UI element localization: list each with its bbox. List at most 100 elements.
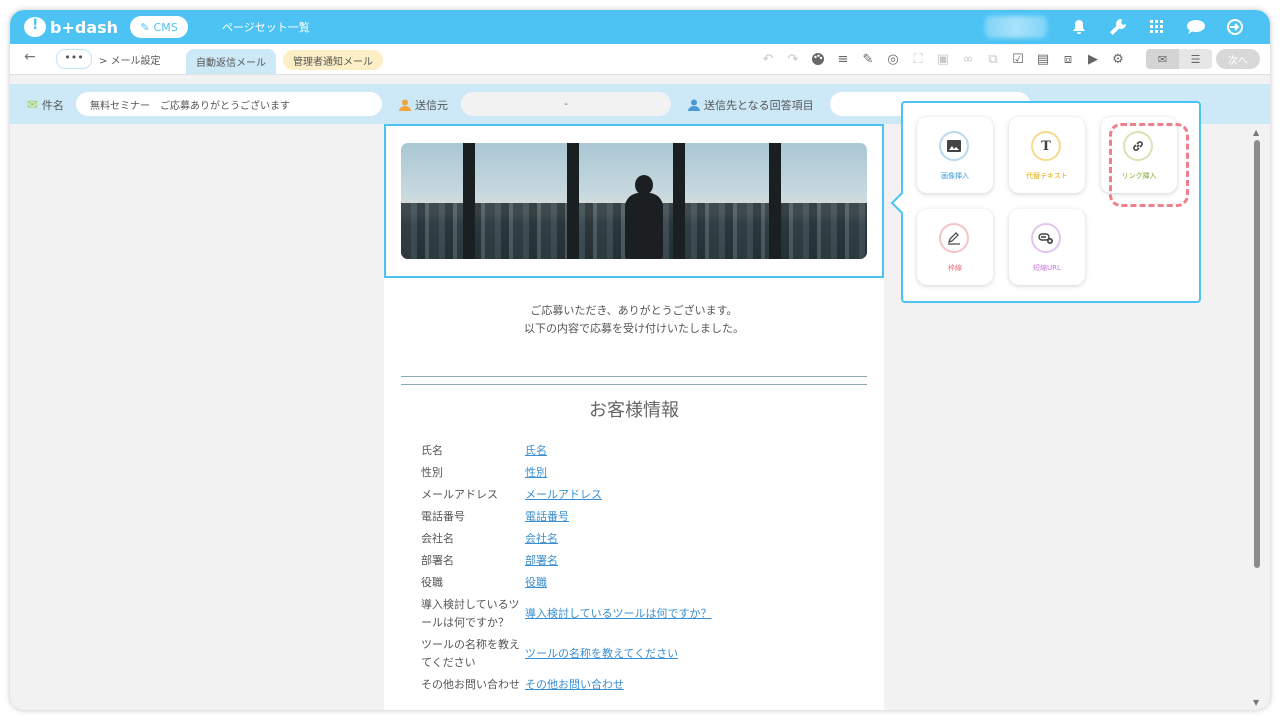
wrench-icon[interactable]: [1107, 16, 1129, 38]
field-value-link[interactable]: 導入検討しているツールは何ですか？: [525, 607, 711, 620]
field-key: 電話番号: [421, 510, 465, 523]
layout-rows-icon[interactable]: ▤: [1033, 49, 1053, 69]
hero-image: [401, 143, 867, 259]
play-icon[interactable]: ▶: [1083, 49, 1103, 69]
device-icon[interactable]: ⧈: [1058, 49, 1078, 69]
sender-label: 送信元: [399, 97, 448, 113]
field-key: 部署名: [421, 554, 454, 567]
alt-text-button[interactable]: T 代替テキスト: [1009, 117, 1085, 193]
cms-label: CMS: [153, 20, 178, 34]
clipboard-check-icon[interactable]: ☑: [1008, 49, 1028, 69]
field-value-link[interactable]: メールアドレス: [525, 488, 602, 501]
bell-icon[interactable]: [1068, 16, 1090, 38]
window-frame: [463, 143, 475, 259]
field-key: 性別: [421, 466, 443, 479]
divider: [401, 376, 867, 377]
subject-label: ✉ 件名: [27, 97, 64, 113]
divider: [401, 384, 867, 385]
palette-icon[interactable]: [808, 49, 828, 69]
copy-icon[interactable]: ⧉: [983, 49, 1003, 69]
back-arrow-icon[interactable]: ←: [24, 49, 36, 65]
pen-icon: [939, 223, 969, 253]
image-icon[interactable]: ▣: [933, 49, 953, 69]
field-key: その他お問い合わせ: [421, 678, 520, 691]
table-row: 氏名 氏名: [421, 440, 861, 462]
cms-button[interactable]: ✎ CMS: [130, 16, 188, 38]
table-row: ツールの名称を教えてください ツールの名称を教えてください: [421, 634, 861, 674]
field-key: 導入検討しているツールは何ですか？: [421, 598, 520, 629]
editor-toolbar: ← ••• > メール設定 自動返信メール 管理者通知メール ↶ ↷ ≡ ✎ ◎…: [10, 44, 1270, 75]
insert-image-label: 画像挿入: [941, 172, 969, 180]
grid-icon[interactable]: [1146, 16, 1168, 38]
link-icon[interactable]: ∞: [958, 49, 978, 69]
greeting-text[interactable]: ご応募いただき、ありがとうございます。 以下の内容で応募を受け付けいたしました。: [384, 302, 884, 338]
table-row: 性別 性別: [421, 462, 861, 484]
top-icon-group: [1068, 16, 1246, 38]
top-bar: b+dash ✎ CMS ページセット一覧: [10, 10, 1270, 44]
undo-icon[interactable]: ↶: [758, 49, 778, 69]
short-url-label: 短縮URL: [1033, 264, 1061, 272]
section-title[interactable]: お客様情報: [384, 396, 884, 422]
border-button[interactable]: 枠線: [917, 209, 993, 285]
field-key: ツールの名称を教えてください: [421, 638, 520, 669]
field-value-link[interactable]: その他お問い合わせ: [525, 678, 624, 691]
breadcrumb[interactable]: > メール設定: [99, 52, 161, 67]
field-value-link[interactable]: 会社名: [525, 532, 558, 545]
insert-image-button[interactable]: 画像挿入: [917, 117, 993, 193]
field-value-link[interactable]: 役職: [525, 576, 547, 589]
highlight-marker: [1109, 123, 1189, 207]
field-value-link[interactable]: 氏名: [525, 444, 547, 457]
table-row: その他お問い合わせ その他お問い合わせ: [421, 674, 861, 696]
sender-input[interactable]: -: [461, 92, 671, 116]
align-icon[interactable]: ≡: [833, 49, 853, 69]
gear-icon[interactable]: ⚙: [1108, 49, 1128, 69]
pen-icon[interactable]: ✎: [858, 49, 878, 69]
field-key: メールアドレス: [421, 488, 498, 501]
hero-image-block[interactable]: [384, 124, 884, 278]
popover-arrow: [890, 191, 914, 215]
app-window: b+dash ✎ CMS ページセット一覧 ←: [10, 10, 1270, 710]
logo-text: b+dash: [50, 17, 119, 37]
redo-icon[interactable]: ↷: [783, 49, 803, 69]
field-value-link[interactable]: 性別: [525, 466, 547, 479]
scroll-up-icon[interactable]: ▲: [1253, 128, 1259, 137]
border-label: 枠線: [948, 264, 962, 272]
field-key: 会社名: [421, 532, 454, 545]
subject-input[interactable]: 無料セミナー ご応募ありがとうございます: [76, 92, 382, 116]
field-key: 役職: [421, 576, 443, 589]
email-canvas: ご応募いただき、ありがとうございます。 以下の内容で応募を受け付けいたしました。…: [384, 124, 884, 710]
user-name-blurred: [985, 16, 1047, 38]
envelope-icon: ✉: [27, 97, 38, 113]
tab-auto-reply[interactable]: 自動返信メール: [186, 49, 276, 74]
table-row: メールアドレス メールアドレス: [421, 484, 861, 506]
page-set-list-link[interactable]: ページセット一覧: [222, 19, 310, 35]
short-url-button[interactable]: 短縮URL: [1009, 209, 1085, 285]
window-frame: [673, 143, 685, 259]
person-icon: [399, 99, 411, 111]
expand-icon[interactable]: ⛶: [908, 49, 928, 69]
logout-icon[interactable]: [1224, 16, 1246, 38]
table-row: 電話番号 電話番号: [421, 506, 861, 528]
person-silhouette: [621, 175, 665, 259]
canvas-scrollbar[interactable]: ▲ ▼: [1250, 124, 1264, 710]
window-frame: [567, 143, 579, 259]
mail-view-icon[interactable]: ✉: [1146, 49, 1179, 69]
chat-icon[interactable]: [1185, 16, 1207, 38]
tab-admin-notify[interactable]: 管理者通知メール: [283, 50, 383, 70]
field-value-link[interactable]: 電話番号: [525, 510, 569, 523]
table-row: 導入検討しているツールは何ですか？ 導入検討しているツールは何ですか？: [421, 594, 861, 634]
view-toggle: ✉ ☰: [1146, 49, 1212, 69]
field-value-link[interactable]: ツールの名称を教えてください: [525, 647, 678, 660]
text-view-icon[interactable]: ☰: [1179, 49, 1212, 69]
next-button[interactable]: 次へ: [1216, 49, 1260, 69]
logo[interactable]: b+dash: [24, 15, 118, 39]
more-breadcrumb-button[interactable]: •••: [56, 49, 92, 69]
field-value-link[interactable]: 部署名: [525, 554, 558, 567]
target-icon[interactable]: ◎: [883, 49, 903, 69]
field-key: 氏名: [421, 444, 443, 457]
short-url-icon: [1031, 223, 1061, 253]
scroll-down-icon[interactable]: ▼: [1253, 698, 1259, 707]
text-icon: T: [1031, 131, 1061, 161]
format-tools: ↶ ↷ ≡ ✎ ◎ ⛶ ▣ ∞ ⧉ ☑ ▤ ⧈ ▶ ⚙: [758, 49, 1128, 69]
scroll-thumb[interactable]: [1254, 140, 1260, 568]
